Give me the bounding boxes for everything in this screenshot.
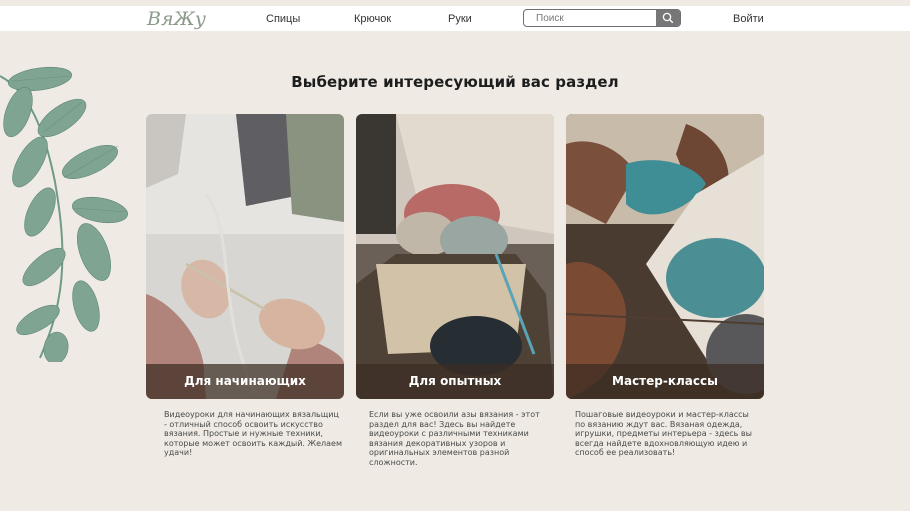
nav-link-hands[interactable]: Руки — [448, 12, 472, 26]
search-button[interactable] — [656, 10, 680, 26]
search-box — [523, 9, 681, 27]
site-logo[interactable]: ВяЖу — [147, 7, 217, 31]
card-master-classes[interactable]: Мастер-классы — [566, 114, 764, 399]
site-header: ВяЖу Спицы Крючок Руки Войти — [0, 6, 910, 31]
page-title: Выберите интересующий вас раздел — [291, 73, 619, 91]
experienced-photo — [356, 114, 554, 399]
logo-text: ВяЖу — [147, 8, 206, 30]
master-classes-photo — [566, 114, 764, 399]
nav-link-crochet[interactable]: Крючок — [354, 12, 391, 26]
card-experienced[interactable]: Для опытных — [356, 114, 554, 399]
card-description-beginners: Видеоуроки для начинающих вязальщиц - от… — [164, 410, 343, 457]
nav-link-knitting-needles[interactable]: Спицы — [266, 12, 300, 26]
card-label: Для опытных — [408, 374, 502, 388]
search-input[interactable] — [524, 10, 658, 26]
card-description-master-classes: Пошаговые видеоуроки и мастер-классы по … — [575, 410, 752, 457]
card-label: Мастер-классы — [612, 374, 718, 388]
leaf-branch-decoration — [0, 66, 129, 362]
login-link[interactable]: Войти — [733, 12, 764, 26]
card-label: Для начинающих — [184, 374, 306, 388]
card-description-experienced: Если вы уже освоили азы вязания - этот р… — [369, 410, 540, 467]
search-icon — [662, 12, 674, 24]
card-beginners[interactable]: Для начинающих — [146, 114, 344, 399]
beginners-photo — [146, 114, 344, 399]
